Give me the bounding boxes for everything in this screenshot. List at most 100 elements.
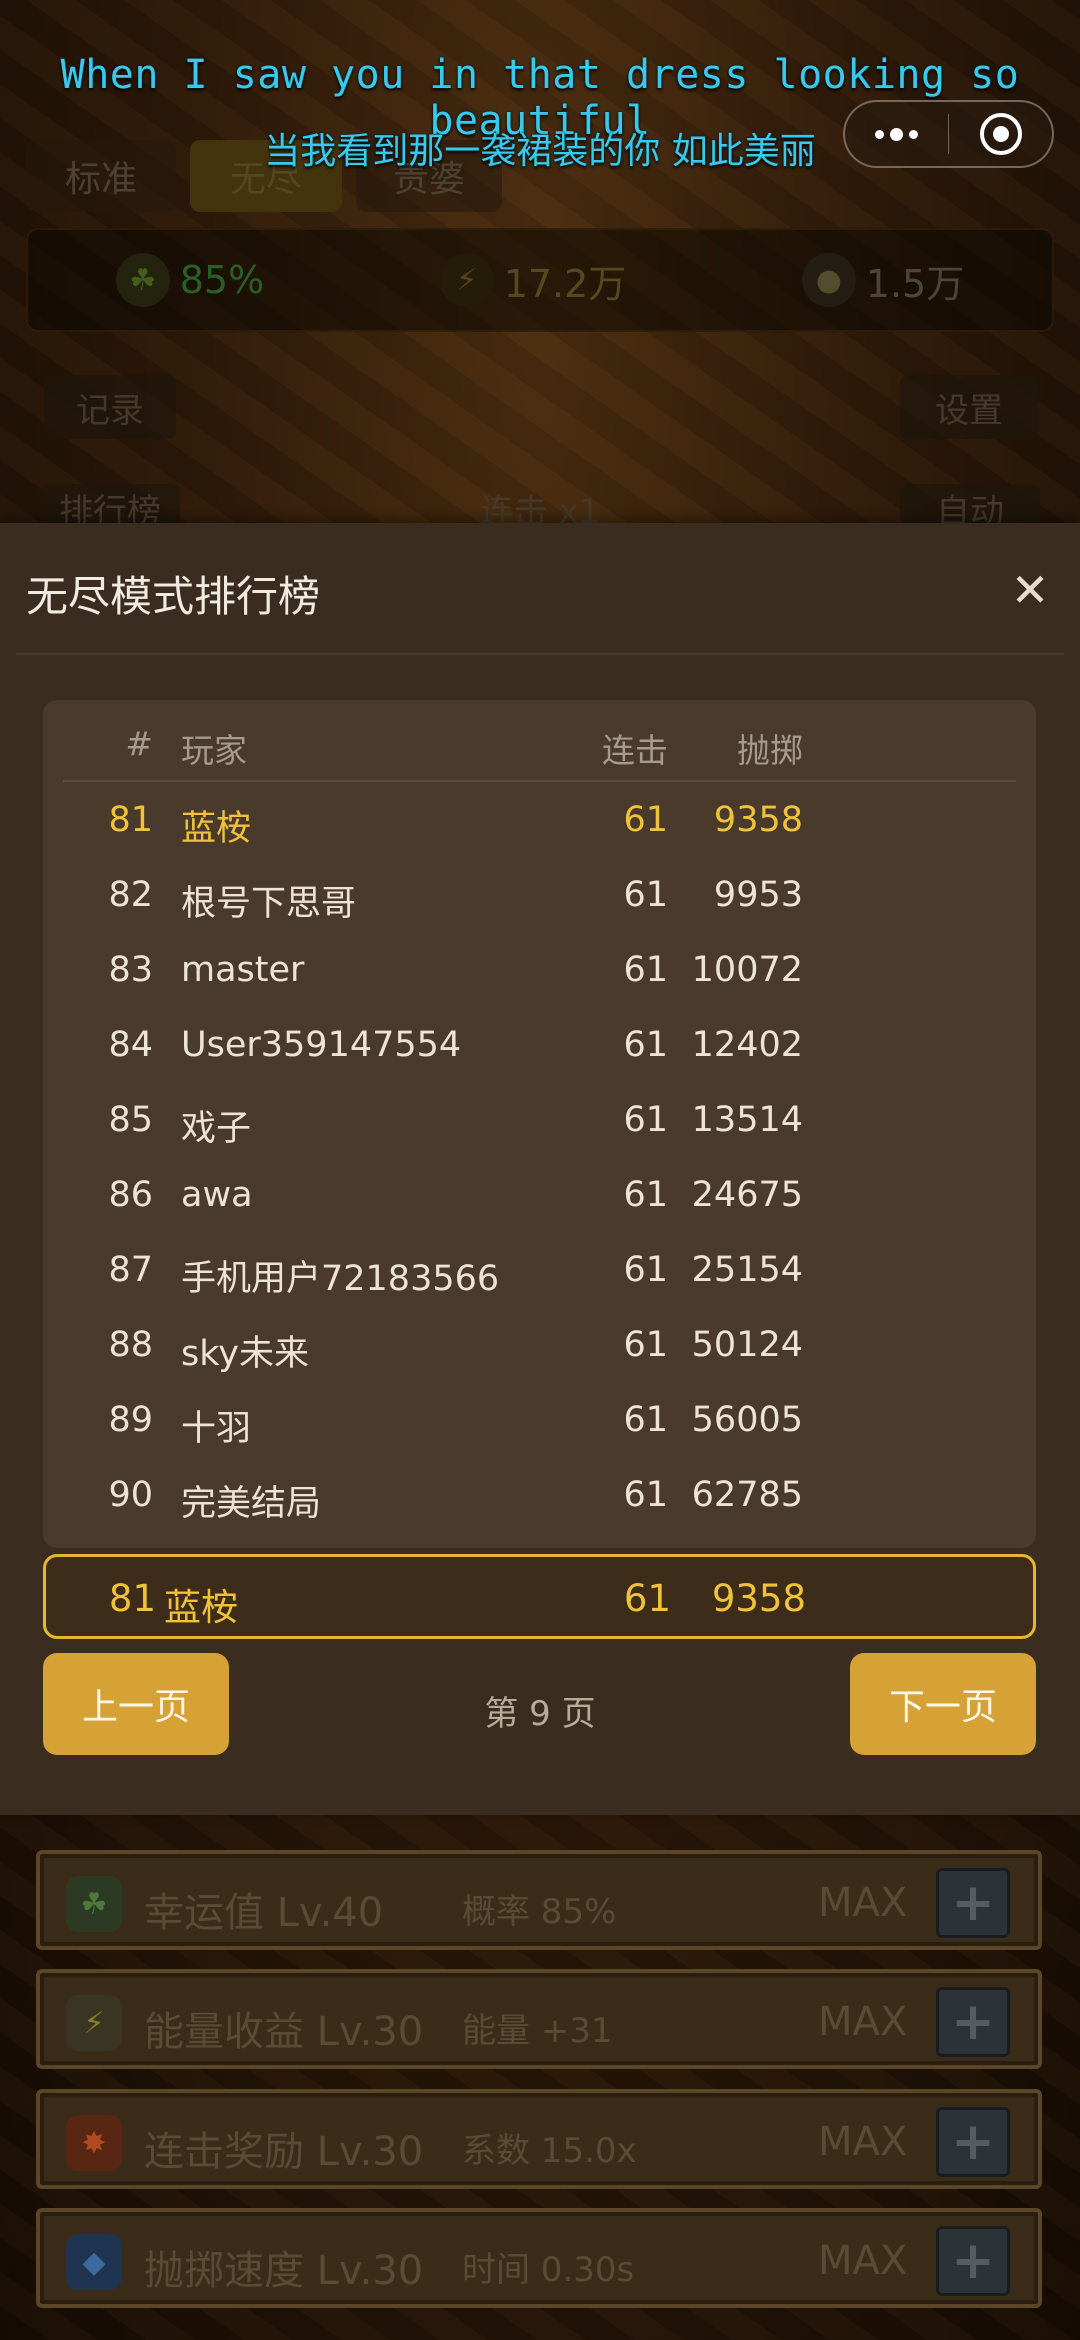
row-rank: 81 bbox=[108, 800, 153, 840]
plus-icon: + bbox=[951, 1992, 995, 2052]
page-indicator: 第 9 页 bbox=[484, 1694, 596, 1734]
leaderboard-table: # 玩家 连击 抛掷 81 蓝桉 61 9358 82 根号下思哥 61 995… bbox=[43, 700, 1036, 1548]
speed-gem-icon: ◆ bbox=[66, 2234, 122, 2290]
row-rank: 88 bbox=[108, 1325, 153, 1365]
row-player: 根号下思哥 bbox=[181, 884, 357, 924]
row-combo: 61 bbox=[623, 1325, 668, 1365]
row-combo: 61 bbox=[623, 1175, 668, 1215]
upgrade-row-combo: ✸ 连击奖励 Lv.30 系数 15.0x MAX + bbox=[36, 2089, 1042, 2189]
row-combo: 61 bbox=[623, 1100, 668, 1140]
row-rank: 90 bbox=[108, 1475, 153, 1515]
upgrade-row-luck: ☘ 幸运值 Lv.40 概率 85% MAX + bbox=[36, 1850, 1042, 1950]
row-player: 完美结局 bbox=[181, 1484, 322, 1524]
leaderboard-sheet: 无尽模式排行榜 ✕ # 玩家 连击 抛掷 81 蓝桉 61 9358 82 根号… bbox=[0, 523, 1080, 1815]
row-combo: 61 bbox=[623, 1400, 668, 1440]
title-divider bbox=[16, 653, 1064, 655]
row-throws: 25154 bbox=[691, 1250, 803, 1290]
table-row[interactable]: 82 根号下思哥 61 9953 bbox=[63, 859, 1016, 934]
plus-icon: + bbox=[951, 2231, 995, 2291]
my-throws: 9358 bbox=[711, 1577, 806, 1620]
header-combo: 连击 bbox=[602, 731, 668, 770]
upgrade-row-energy: ⚡ 能量收益 Lv.30 能量 +31 MAX + bbox=[36, 1969, 1042, 2069]
row-combo: 61 bbox=[623, 800, 668, 840]
row-throws: 62785 bbox=[691, 1475, 803, 1515]
my-combo: 61 bbox=[623, 1577, 671, 1620]
row-throws: 9358 bbox=[713, 800, 803, 840]
upgrade-desc: 时间 0.30s bbox=[462, 2250, 635, 2290]
row-rank: 89 bbox=[108, 1400, 153, 1440]
table-row[interactable]: 86 awa 61 24675 bbox=[63, 1159, 1016, 1234]
upgrade-name: 能量收益 Lv.30 bbox=[144, 2009, 424, 2055]
header-rank: # bbox=[125, 724, 153, 763]
header-player: 玩家 bbox=[181, 731, 247, 770]
row-player: User359147554 bbox=[181, 1025, 462, 1065]
upgrade-name: 幸运值 Lv.40 bbox=[144, 1890, 384, 1936]
row-combo: 61 bbox=[623, 875, 668, 915]
upgrade-desc: 概率 85% bbox=[462, 1892, 617, 1932]
upgrade-status: MAX bbox=[818, 2238, 908, 2284]
table-row[interactable]: 87 手机用户72183566 61 25154 bbox=[63, 1234, 1016, 1309]
row-player: awa bbox=[181, 1175, 253, 1215]
row-throws: 24675 bbox=[691, 1175, 803, 1215]
target-circle-icon bbox=[979, 113, 1022, 155]
row-throws: 10072 bbox=[691, 950, 803, 990]
row-player: 手机用户72183566 bbox=[181, 1259, 500, 1299]
prev-page-button[interactable]: 上一页 bbox=[43, 1653, 229, 1755]
row-rank: 87 bbox=[108, 1250, 153, 1290]
row-throws: 13514 bbox=[691, 1100, 803, 1140]
row-combo: 61 bbox=[623, 1025, 668, 1065]
close-button[interactable]: ✕ bbox=[1005, 563, 1055, 617]
row-throws: 9953 bbox=[713, 875, 803, 915]
row-player: 十羽 bbox=[181, 1409, 252, 1449]
upgrade-row-speed: ◆ 抛掷速度 Lv.30 时间 0.30s MAX + bbox=[36, 2208, 1042, 2308]
upgrade-desc: 系数 15.0x bbox=[462, 2131, 637, 2171]
next-page-button[interactable]: 下一页 bbox=[850, 1653, 1036, 1755]
close-miniprogram-button[interactable] bbox=[949, 102, 1052, 166]
table-row[interactable]: 89 十羽 61 56005 bbox=[63, 1384, 1016, 1459]
table-row[interactable]: 85 戏子 61 13514 bbox=[63, 1084, 1016, 1159]
miniprogram-capsule bbox=[843, 100, 1054, 168]
plus-icon: + bbox=[951, 2112, 995, 2172]
table-header: # 玩家 连击 抛掷 bbox=[63, 700, 1016, 782]
upgrade-name: 抛掷速度 Lv.30 bbox=[144, 2248, 424, 2294]
table-row[interactable]: 81 蓝桉 61 9358 bbox=[63, 784, 1016, 859]
upgrade-status: MAX bbox=[818, 1880, 908, 1926]
combo-badge-icon: ✸ bbox=[66, 2115, 122, 2171]
more-menu-button[interactable] bbox=[845, 102, 948, 166]
upgrade-status: MAX bbox=[818, 2119, 908, 2165]
upgrade-plus-button[interactable]: + bbox=[936, 2107, 1010, 2177]
row-player: master bbox=[181, 950, 305, 990]
row-combo: 61 bbox=[623, 1475, 668, 1515]
upgrade-name: 连击奖励 Lv.30 bbox=[144, 2129, 424, 2175]
row-combo: 61 bbox=[623, 950, 668, 990]
plus-icon: + bbox=[951, 1873, 995, 1933]
clover-icon: ☘ bbox=[66, 1876, 122, 1932]
my-player: 蓝桉 bbox=[164, 1586, 238, 1629]
upgrade-plus-button[interactable]: + bbox=[936, 1987, 1010, 2057]
modal-title: 无尽模式排行榜 bbox=[26, 572, 321, 621]
row-rank: 86 bbox=[108, 1175, 153, 1215]
more-dots-icon bbox=[874, 127, 918, 141]
row-player: 蓝桉 bbox=[181, 809, 252, 849]
table-row[interactable]: 88 sky未来 61 50124 bbox=[63, 1309, 1016, 1384]
row-combo: 61 bbox=[623, 1250, 668, 1290]
shield-lightning-icon: ⚡ bbox=[66, 1995, 122, 2051]
row-player: 戏子 bbox=[181, 1109, 252, 1149]
upgrade-plus-button[interactable]: + bbox=[936, 2226, 1010, 2296]
row-rank: 83 bbox=[108, 950, 153, 990]
table-row[interactable]: 90 完美结局 61 62785 bbox=[63, 1459, 1016, 1534]
row-player: sky未来 bbox=[181, 1334, 309, 1374]
row-rank: 85 bbox=[108, 1100, 153, 1140]
row-throws: 50124 bbox=[691, 1325, 803, 1365]
close-icon: ✕ bbox=[1010, 563, 1050, 617]
header-throws: 抛掷 bbox=[737, 731, 803, 770]
row-throws: 56005 bbox=[691, 1400, 803, 1440]
upgrade-plus-button[interactable]: + bbox=[936, 1868, 1010, 1938]
row-rank: 84 bbox=[108, 1025, 153, 1065]
my-rank-row: 81 蓝桉 61 9358 bbox=[43, 1554, 1036, 1639]
upgrade-desc: 能量 +31 bbox=[462, 2011, 613, 2051]
upgrade-status: MAX bbox=[818, 1999, 908, 2045]
table-row[interactable]: 84 User359147554 61 12402 bbox=[63, 1009, 1016, 1084]
table-row[interactable]: 83 master 61 10072 bbox=[63, 934, 1016, 1009]
my-rank: 81 bbox=[108, 1577, 156, 1620]
